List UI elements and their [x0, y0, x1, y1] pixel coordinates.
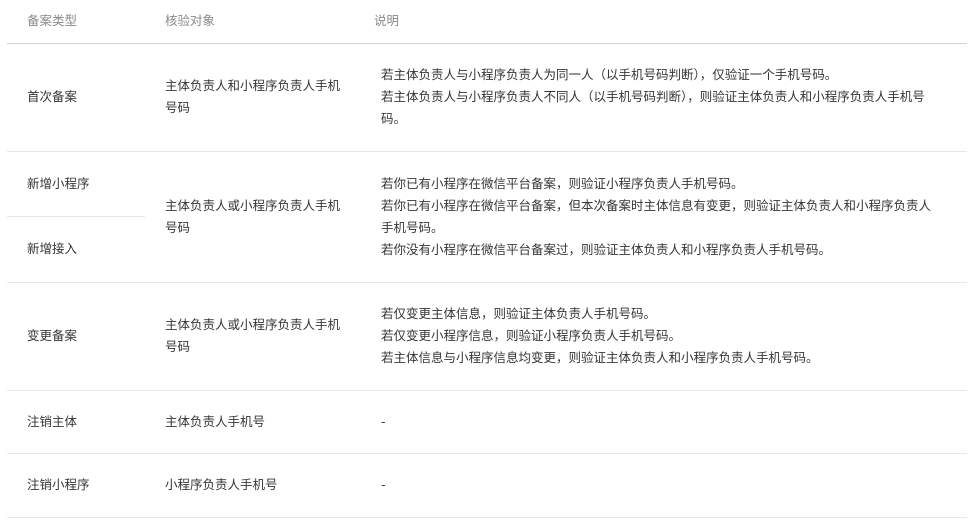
- description-cell: -: [354, 390, 967, 454]
- header-verify-target: 核验对象: [145, 0, 354, 44]
- filing-type-cell: 注销小程序: [7, 453, 145, 518]
- description-line: 若主体信息与小程序信息均变更，则验证主体负责人和小程序负责人手机号码。: [381, 350, 819, 365]
- table-header: 备案类型 核验对象 说明: [7, 0, 967, 44]
- table-row: 新增小程序 新增接入 主体负责人或小程序负责人手机号码 若你已有小程序在微信平台…: [7, 151, 967, 283]
- description-line: -: [381, 413, 386, 429]
- filing-type-cell: 首次备案: [7, 43, 145, 152]
- verify-target-cell: 小程序负责人手机号: [145, 453, 354, 518]
- filing-type-subcell: 新增小程序: [7, 152, 145, 217]
- description-cell: -: [354, 453, 967, 518]
- table-row: 注销主体 主体负责人手机号 -: [7, 390, 967, 454]
- description-line: 若你已有小程序在微信平台备案，则验证小程序负责人手机号码。: [381, 175, 744, 191]
- description-cell: 若仅变更主体信息，则验证主体负责人手机号码。 若仅变更小程序信息，则验证小程序负…: [354, 282, 967, 391]
- header-description: 说明: [354, 0, 967, 44]
- description-line: 若仅变更主体信息，则验证主体负责人手机号码。: [381, 306, 657, 321]
- description-cell: 若主体负责人与小程序负责人为同一人（以手机号码判断），仅验证一个手机号码。 若主…: [354, 43, 967, 152]
- description-line: -: [381, 477, 386, 492]
- filing-type-cell: 变更备案: [7, 282, 145, 391]
- description-line: 若主体负责人与小程序负责人为同一人（以手机号码判断），仅验证一个手机号码。: [381, 67, 838, 82]
- verify-target-cell: 主体负责人手机号: [145, 390, 354, 454]
- filing-type-cell: 注销主体: [7, 390, 145, 454]
- header-filing-type: 备案类型: [7, 0, 145, 44]
- description-line: 若仅变更小程序信息，则验证小程序负责人手机号码。: [381, 328, 682, 343]
- description-line: 若你已有小程序在微信平台备案，但本次备案时主体信息有变更，则验证主体负责人和小程…: [381, 197, 932, 235]
- table-row: 注销小程序 小程序负责人手机号 -: [7, 453, 967, 518]
- filing-type-subcell: 新增接入: [27, 241, 78, 256]
- description-cell: 若你已有小程序在微信平台备案，则验证小程序负责人手机号码。 若你已有小程序在微信…: [354, 151, 967, 283]
- description-line: 若你没有小程序在微信平台备案过，则验证主体负责人和小程序负责人手机号码。: [381, 241, 832, 257]
- page: 备案类型 核验对象 说明 首次备案 主体负责人和小程序负责人手机号码 若主体负责…: [0, 0, 976, 525]
- description-line: 若主体负责人与小程序负责人不同人（以手机号码判断），则验证主体负责人和小程序负责…: [381, 89, 925, 126]
- verify-target-cell: 主体负责人和小程序负责人手机号码: [145, 43, 354, 152]
- header-row: 备案类型 核验对象 说明: [7, 0, 967, 44]
- table-row: 首次备案 主体负责人和小程序负责人手机号码 若主体负责人与小程序负责人为同一人（…: [7, 43, 967, 152]
- verification-table: 备案类型 核验对象 说明 首次备案 主体负责人和小程序负责人手机号码 若主体负责…: [7, 0, 967, 518]
- table-row: 变更备案 主体负责人或小程序负责人手机号码 若仅变更主体信息，则验证主体负责人手…: [7, 282, 967, 391]
- table-body: 首次备案 主体负责人和小程序负责人手机号码 若主体负责人与小程序负责人为同一人（…: [7, 43, 967, 518]
- filing-type-cell-split: 新增小程序 新增接入: [7, 151, 145, 283]
- verify-target-cell: 主体负责人或小程序负责人手机号码: [145, 151, 354, 283]
- verify-target-cell: 主体负责人或小程序负责人手机号码: [145, 282, 354, 391]
